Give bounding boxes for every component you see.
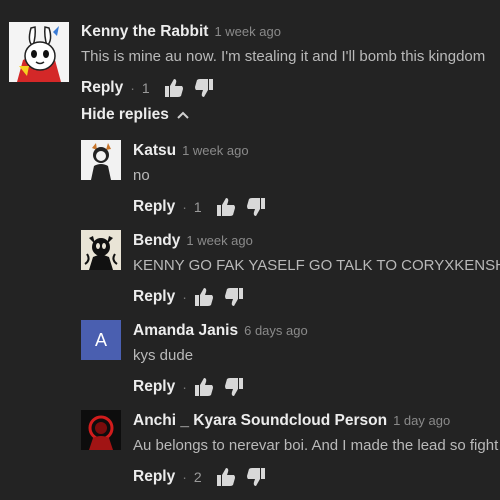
ink-character-avatar[interactable]: [81, 230, 121, 270]
sketch-character-avatar[interactable]: [81, 140, 121, 180]
comment-text: no: [133, 167, 150, 184]
like-count: 2: [193, 469, 202, 485]
timestamp[interactable]: 1 week ago: [182, 143, 249, 158]
reply-button[interactable]: Reply: [133, 378, 175, 396]
comment-header: Kenny the Rabbit 1 week ago: [81, 23, 281, 41]
thumbs-up-icon[interactable]: [216, 467, 236, 487]
timestamp[interactable]: 1 week ago: [186, 233, 253, 248]
reply-comment: Bendy 1 week ago KENNY GO FAK YASELF GO T…: [0, 230, 500, 320]
comment-text: KENNY GO FAK YASELF GO TALK TO CORYXKENS…: [133, 257, 500, 274]
like-count: 1: [193, 199, 202, 215]
comment-actions: Reply ·: [133, 287, 254, 307]
separator-dot: ·: [182, 199, 187, 215]
white-rabbit-avatar[interactable]: [9, 22, 69, 82]
thumbs-down-icon[interactable]: [224, 377, 244, 397]
hide-replies-label: Hide replies: [81, 106, 169, 123]
comment: Kenny the Rabbit 1 week ago This is mine …: [0, 0, 500, 97]
author-name[interactable]: Amanda Janis: [133, 322, 238, 339]
red-glow-character-avatar[interactable]: [81, 410, 121, 450]
reply-button[interactable]: Reply: [81, 79, 123, 97]
like-count: 1: [141, 80, 150, 96]
avatar-letter: A: [94, 329, 107, 350]
reply-button[interactable]: Reply: [133, 288, 175, 306]
comment-header: Amanda Janis 6 days ago: [133, 322, 308, 340]
author-name[interactable]: Kenny the Rabbit: [81, 23, 208, 40]
thumbs-up-icon[interactable]: [194, 287, 214, 307]
reply-comment: Anchi _ Kyara Soundcloud Person 1 day ago…: [0, 410, 500, 500]
comment-header: Katsu 1 week ago: [133, 142, 249, 160]
author-name[interactable]: Bendy: [133, 232, 180, 249]
separator-dot: ·: [130, 80, 135, 96]
comment-text: This is mine au now. I'm stealing it and…: [81, 48, 486, 65]
thumbs-up-icon[interactable]: [164, 78, 184, 98]
thumbs-down-icon[interactable]: [246, 197, 266, 217]
reply-button[interactable]: Reply: [133, 198, 175, 216]
comment-actions: Reply ·: [133, 377, 254, 397]
author-name[interactable]: Anchi _ Kyara Soundcloud Person: [133, 412, 387, 429]
letter-avatar[interactable]: A: [81, 320, 121, 360]
separator-dot: ·: [182, 469, 187, 485]
timestamp[interactable]: 1 week ago: [214, 24, 281, 39]
chevron-up-icon: [177, 111, 189, 119]
comment-header: Bendy 1 week ago: [133, 232, 253, 250]
thumbs-down-icon[interactable]: [224, 287, 244, 307]
comment-text: Au belongs to nerevar boi. And I made th…: [133, 437, 500, 454]
comment-header: Anchi _ Kyara Soundcloud Person 1 day ago: [133, 412, 450, 430]
comment-actions: Reply · 2: [133, 467, 276, 487]
comment-actions: Reply · 1: [133, 197, 276, 217]
hide-replies-toggle[interactable]: Hide replies: [81, 106, 189, 124]
separator-dot: ·: [182, 379, 187, 395]
thumbs-down-icon[interactable]: [246, 467, 266, 487]
comment-text: kys dude: [133, 347, 194, 364]
timestamp[interactable]: 6 days ago: [244, 323, 308, 338]
timestamp[interactable]: 1 day ago: [393, 413, 450, 428]
thumbs-up-icon[interactable]: [194, 377, 214, 397]
reply-comment: Katsu 1 week ago no Reply · 1: [0, 140, 500, 230]
separator-dot: ·: [182, 289, 187, 305]
reply-button[interactable]: Reply: [133, 468, 175, 486]
reply-comment: A Amanda Janis 6 days ago kys dude Reply …: [0, 320, 500, 410]
comment-actions: Reply · 1: [81, 78, 224, 98]
thumbs-up-icon[interactable]: [216, 197, 236, 217]
author-name[interactable]: Katsu: [133, 142, 176, 159]
thumbs-down-icon[interactable]: [194, 78, 214, 98]
